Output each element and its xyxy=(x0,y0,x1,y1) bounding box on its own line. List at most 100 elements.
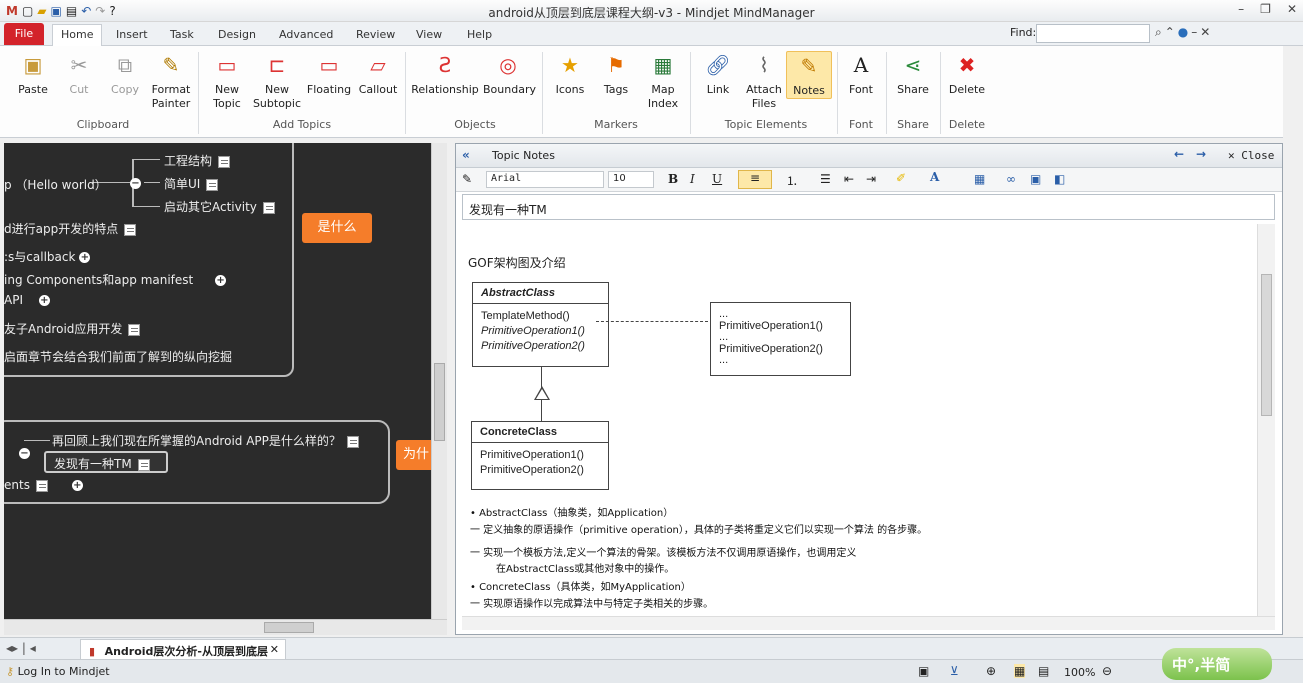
expand-icon[interactable]: + xyxy=(71,480,83,491)
new-topic-button[interactable]: ▭ New Topic xyxy=(202,51,252,111)
ime-indicator[interactable]: 中°,半简 xyxy=(1162,648,1272,680)
notes-topic-field[interactable]: 发现有一种TM xyxy=(462,194,1275,220)
align-left-icon[interactable]: ≡ xyxy=(738,170,772,189)
map-topic-why[interactable]: 为什 xyxy=(396,440,431,470)
tab-review[interactable]: Review xyxy=(348,25,403,46)
link-button[interactable]: 🔗︎ Link xyxy=(693,51,743,97)
note-icon[interactable] xyxy=(346,435,359,448)
font-button[interactable]: A Font xyxy=(836,51,886,97)
tab-advanced[interactable]: Advanced xyxy=(271,25,341,46)
map-horizontal-scrollbar[interactable] xyxy=(4,619,447,635)
boundary-button[interactable]: ◎ Boundary xyxy=(483,51,536,97)
view-icon[interactable]: ▣ xyxy=(918,664,929,678)
paste-button[interactable]: ▣ Paste xyxy=(8,51,58,97)
close-icon[interactable]: ✕ xyxy=(1287,2,1297,16)
font-color-icon[interactable]: A xyxy=(930,170,939,184)
login-button[interactable]: ⚷ Log In to Mindjet xyxy=(6,665,110,678)
format-painter-icon[interactable]: ✎ xyxy=(462,172,472,186)
close-tab-icon[interactable]: ✕ xyxy=(270,643,279,656)
image-icon[interactable]: ▣ xyxy=(1030,172,1041,186)
notes-vertical-scrollbar[interactable] xyxy=(1257,224,1275,616)
notes-editor[interactable]: GOF架构图及介绍 AbstractClass TemplateMethod()… xyxy=(462,224,1257,616)
outline-view-icon[interactable]: ▤ xyxy=(1038,664,1049,678)
collapse-toggle[interactable]: − xyxy=(19,446,30,460)
map-topic[interactable]: p （Hello world） xyxy=(4,176,107,193)
map-topic[interactable]: 工程结构 xyxy=(164,152,231,169)
numbered-list-icon[interactable]: ⒈ xyxy=(786,172,798,189)
tab-nav-arrows-icon[interactable]: ◂▸ | ◂ xyxy=(6,641,36,655)
scroll-thumb[interactable] xyxy=(1261,274,1272,416)
highlight-icon[interactable]: ✐ xyxy=(896,171,906,185)
font-size-select[interactable]: 10 xyxy=(608,171,654,188)
note-icon[interactable] xyxy=(262,201,275,214)
collapse-toggle[interactable]: − xyxy=(130,176,141,190)
binoculars-icon[interactable]: ⌕ xyxy=(1155,25,1165,39)
selected-topic[interactable]: 发现有一种TM xyxy=(44,451,168,473)
map-vertical-scrollbar[interactable] xyxy=(431,143,447,619)
map-view-icon[interactable]: ▦ xyxy=(1014,664,1026,678)
delete-button[interactable]: ✖ Delete xyxy=(942,51,992,97)
font-family-select[interactable]: Arial xyxy=(486,171,604,188)
more-icon[interactable]: ◧ xyxy=(1054,172,1065,186)
note-icon[interactable] xyxy=(128,323,141,336)
table-icon[interactable]: ▦ xyxy=(974,172,985,186)
close-notes-button[interactable]: ✕ Close xyxy=(1228,149,1274,162)
restore-icon[interactable]: ❐ xyxy=(1260,2,1271,16)
back-arrow-icon[interactable]: ← xyxy=(1174,147,1184,161)
new-subtopic-button[interactable]: ⊏ New Subtopic xyxy=(252,51,302,111)
note-icon[interactable] xyxy=(137,458,150,471)
map-topic[interactable]: 简单UI xyxy=(164,175,219,192)
tags-button[interactable]: ⚑ Tags xyxy=(591,51,641,97)
scroll-thumb[interactable] xyxy=(434,363,445,441)
document-tab[interactable]: ▮ Android层次分析-从顶层到底层 ✕ xyxy=(80,639,286,659)
scroll-thumb[interactable] xyxy=(264,622,314,633)
collapse-ribbon-icon[interactable]: ⌃ xyxy=(1165,25,1178,39)
icons-button[interactable]: ★ Icons xyxy=(545,51,595,97)
note-icon[interactable] xyxy=(218,155,231,168)
tab-help[interactable]: Help xyxy=(459,25,500,46)
filter-icon[interactable]: ⊻ xyxy=(950,664,959,678)
bullet-list-icon[interactable]: ☰ xyxy=(820,172,831,186)
map-topic[interactable]: 再回顾上我们现在所掌握的Android APP是什么样的？ xyxy=(52,432,359,449)
format-painter-button[interactable]: ✎ Format Painter xyxy=(146,51,196,111)
note-icon[interactable] xyxy=(206,178,219,191)
hyperlink-icon[interactable]: ∞ xyxy=(1006,172,1016,186)
share-button[interactable]: ⋖ Share xyxy=(888,51,938,97)
tab-insert[interactable]: Insert xyxy=(108,25,156,46)
doc-close-icon[interactable]: ✕ xyxy=(1200,25,1213,39)
map-index-button[interactable]: ▦ Map Index xyxy=(638,51,688,111)
callout-button[interactable]: ▱ Callout xyxy=(353,51,403,97)
outdent-icon[interactable]: ⇤ xyxy=(844,172,854,186)
tab-design[interactable]: Design xyxy=(210,25,264,46)
underline-icon[interactable]: U xyxy=(712,172,722,186)
minimize-icon[interactable]: – xyxy=(1238,2,1244,16)
map-topic[interactable]: ing Components和app manifest + xyxy=(4,271,227,288)
forward-arrow-icon[interactable]: → xyxy=(1196,147,1206,161)
find-input[interactable] xyxy=(1036,24,1150,43)
collapse-panel-icon[interactable]: « xyxy=(462,148,470,162)
balance-icon[interactable]: ⊕ xyxy=(986,664,996,678)
notes-button[interactable]: ✎ Notes xyxy=(786,51,832,99)
note-icon[interactable] xyxy=(35,479,48,492)
expand-icon[interactable]: + xyxy=(215,275,227,286)
expand-icon[interactable]: + xyxy=(79,252,91,263)
expand-icon[interactable]: + xyxy=(38,295,50,306)
note-icon[interactable] xyxy=(124,223,137,236)
map-topic[interactable]: 友子Android应用开发 xyxy=(4,320,141,337)
italic-icon[interactable]: I xyxy=(690,172,695,186)
map-topic[interactable]: :s与callback + xyxy=(4,248,91,265)
relationship-button[interactable]: Ƨ Relationship xyxy=(410,51,480,97)
map-topic[interactable]: ents + xyxy=(4,478,83,492)
tab-home[interactable]: Home xyxy=(52,24,103,46)
doc-minimize-icon[interactable]: – xyxy=(1191,25,1200,39)
map-topic-what[interactable]: 是什么 xyxy=(302,213,372,243)
bold-icon[interactable]: B xyxy=(668,172,678,186)
attach-files-button[interactable]: ⌇ Attach Files xyxy=(739,51,789,111)
floating-button[interactable]: ▭ Floating xyxy=(304,51,354,97)
map-topic[interactable]: API + xyxy=(4,293,50,307)
copy-button[interactable]: ⧉ Copy xyxy=(100,51,150,97)
map-topic[interactable]: 启面章节会结合我们前面了解到的纵向挖掘 xyxy=(4,348,232,365)
map-canvas[interactable]: 工程结构 p （Hello world） − 简单UI 启动其它Activity… xyxy=(4,143,431,619)
tab-view[interactable]: View xyxy=(408,25,450,46)
cut-button[interactable]: ✂ Cut xyxy=(54,51,104,97)
